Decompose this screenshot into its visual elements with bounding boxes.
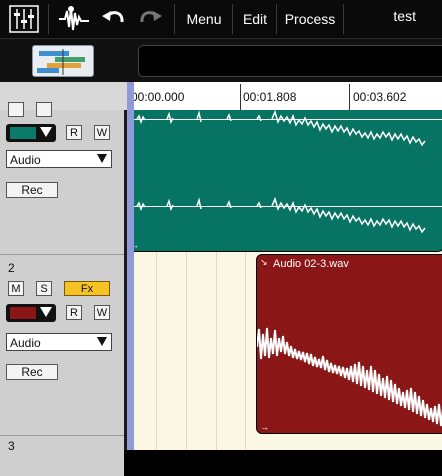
undo-icon — [102, 11, 124, 23]
editor-tool-button[interactable] — [54, 0, 94, 38]
read-automation-button[interactable]: R — [66, 125, 82, 140]
toolbar-separator — [276, 4, 277, 34]
redo-button[interactable] — [136, 0, 166, 38]
track-header-1: R W Audio Rec — [0, 102, 124, 255]
arrangement-overview-thumbnail[interactable] — [32, 45, 94, 77]
arrange-area[interactable]: → ↘ Audio 02-3.wav → — [134, 110, 442, 450]
waveform-tool-icon — [59, 6, 89, 31]
track-number: 3 — [8, 439, 15, 453]
toolbar-separator — [232, 4, 233, 34]
audio-clip[interactable]: ↘ Audio 02-3.wav → — [256, 254, 442, 434]
mixer-icon — [9, 5, 39, 33]
solo-button[interactable] — [36, 102, 52, 117]
song-title[interactable]: test — [393, 8, 416, 24]
solo-button[interactable]: S — [36, 281, 52, 296]
process-menu-button[interactable]: Process — [280, 0, 340, 38]
track-color-selector[interactable] — [6, 124, 56, 142]
undo-button[interactable] — [98, 0, 128, 38]
audio-clip[interactable]: → — [134, 110, 442, 252]
chevron-down-icon — [97, 154, 107, 163]
ruler-mark: 00:00.000 — [131, 90, 185, 104]
read-automation-button[interactable]: R — [66, 305, 82, 320]
track-color-swatch — [10, 307, 36, 319]
track-header-2: 2 M S Fx R W Audio Rec — [0, 255, 124, 436]
mixer-button[interactable] — [4, 0, 44, 38]
timeline-ruler[interactable]: 00:00.000 00:01.808 00:03.602 — [127, 82, 442, 111]
ruler-tick — [349, 84, 350, 110]
redo-icon — [140, 11, 162, 23]
track-color-swatch — [10, 127, 36, 139]
ruler-mark: 00:03.602 — [353, 90, 407, 104]
toolbar-separator — [174, 4, 175, 34]
track-color-selector[interactable] — [6, 304, 56, 322]
clip-waveform — [257, 327, 442, 427]
ruler-tick — [240, 84, 241, 110]
track-type-label: Audio — [10, 153, 41, 167]
overview-bar — [0, 39, 442, 82]
arrangement-overview-icon — [37, 49, 85, 75]
toolbar-separator — [343, 4, 344, 34]
fx-button[interactable]: Fx — [64, 281, 110, 296]
chevron-down-icon — [97, 337, 107, 346]
chevron-down-icon — [40, 307, 52, 317]
track-type-dropdown[interactable]: Audio — [6, 333, 112, 351]
toolbar-separator — [48, 4, 49, 34]
top-toolbar: Menu Edit Process test — [0, 0, 442, 39]
mute-button[interactable]: M — [8, 281, 24, 296]
menu-button[interactable]: Menu — [178, 0, 230, 38]
track-header-3: 3 — [0, 436, 124, 476]
clip-waveform — [134, 110, 442, 234]
track-number: 2 — [8, 261, 15, 275]
write-automation-button[interactable]: W — [94, 305, 110, 320]
track-type-label: Audio — [10, 336, 41, 350]
track-type-dropdown[interactable]: Audio — [6, 150, 112, 168]
chevron-down-icon — [40, 127, 52, 137]
transport-display[interactable] — [138, 45, 442, 77]
ruler-mark: 00:01.808 — [243, 90, 297, 104]
write-automation-button[interactable]: W — [94, 125, 110, 140]
edit-menu-button[interactable]: Edit — [236, 0, 274, 38]
track-headers: R W Audio Rec 2 M S Fx R W Audio Rec 3 — [0, 102, 124, 476]
record-arm-button[interactable]: Rec — [6, 364, 58, 380]
record-arm-button[interactable]: Rec — [6, 182, 58, 198]
playhead-column[interactable] — [127, 82, 134, 450]
mute-button[interactable] — [8, 102, 24, 117]
clip-resize-arrow-icon[interactable]: → — [260, 422, 269, 432]
clip-resize-arrow-icon[interactable]: → — [134, 240, 139, 250]
